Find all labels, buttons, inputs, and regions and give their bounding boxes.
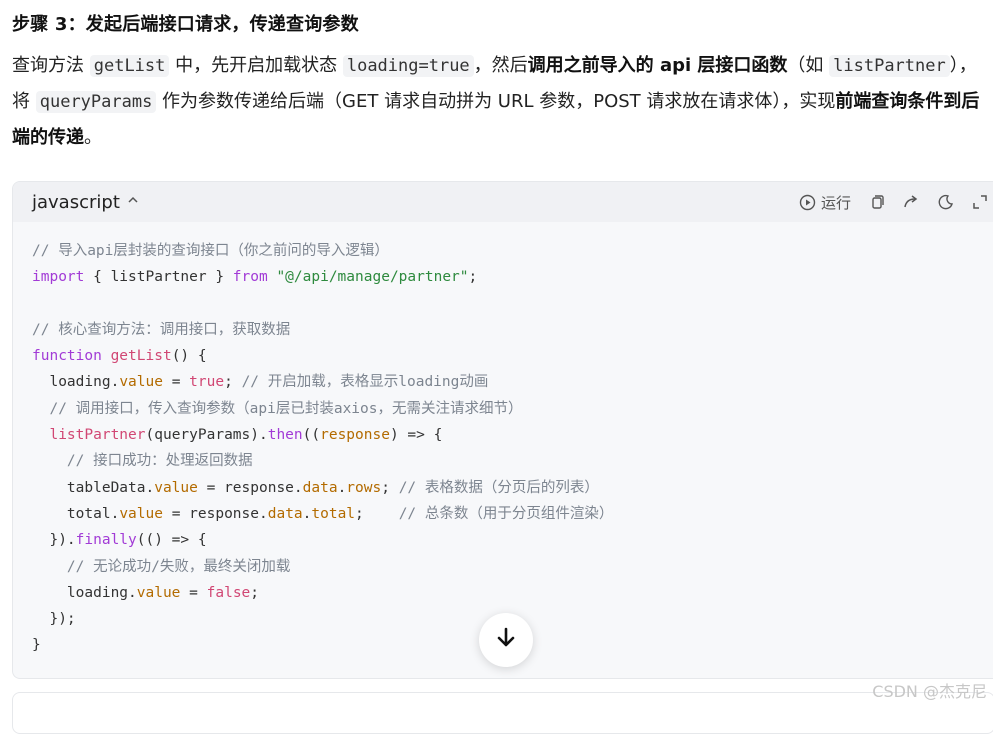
share-button[interactable] <box>903 194 920 210</box>
next-content-card <box>12 692 993 734</box>
copy-icon <box>869 194 885 210</box>
inline-code-loading: loading=true <box>342 55 474 77</box>
run-label: 运行 <box>820 193 851 212</box>
expand-button[interactable] <box>972 194 988 210</box>
run-button[interactable]: 运行 <box>799 192 851 213</box>
language-toggle[interactable]: javascript <box>32 192 140 213</box>
code-block-header: javascript 运行 <box>13 182 993 222</box>
code-content[interactable]: // 导入api层封装的查询接口（你之前问的导入逻辑） import { lis… <box>13 222 993 659</box>
code-block: javascript 运行 // 导入api层封装的查询接口（你之前问的导入逻辑… <box>12 181 993 679</box>
code-toolbar: 运行 <box>799 192 988 213</box>
chevron-up-icon <box>126 193 140 211</box>
step-heading: 步骤 3：发起后端接口请求，传递查询参数 <box>12 14 359 35</box>
share-icon <box>903 194 920 210</box>
theme-icon <box>938 194 954 210</box>
step-description: 查询方法 getList 中，先开启加载状态 loading=true ，然后调用… <box>12 55 980 148</box>
language-label: javascript <box>32 191 120 213</box>
watermark: CSDN @杰克尼 <box>872 682 987 701</box>
theme-button[interactable] <box>938 194 954 210</box>
play-circle-icon <box>799 194 816 211</box>
arrow-down-icon <box>496 627 516 653</box>
inline-code-getlist: getList <box>89 55 170 77</box>
bold-text-api-call: 调用之前导入的 api 层接口函数 <box>527 55 788 76</box>
inline-code-listpartner: listPartner <box>829 55 950 77</box>
expand-icon <box>972 194 988 210</box>
inline-code-queryparams: queryParams <box>35 91 157 113</box>
scroll-down-button[interactable] <box>479 613 533 667</box>
copy-button[interactable] <box>869 194 885 210</box>
